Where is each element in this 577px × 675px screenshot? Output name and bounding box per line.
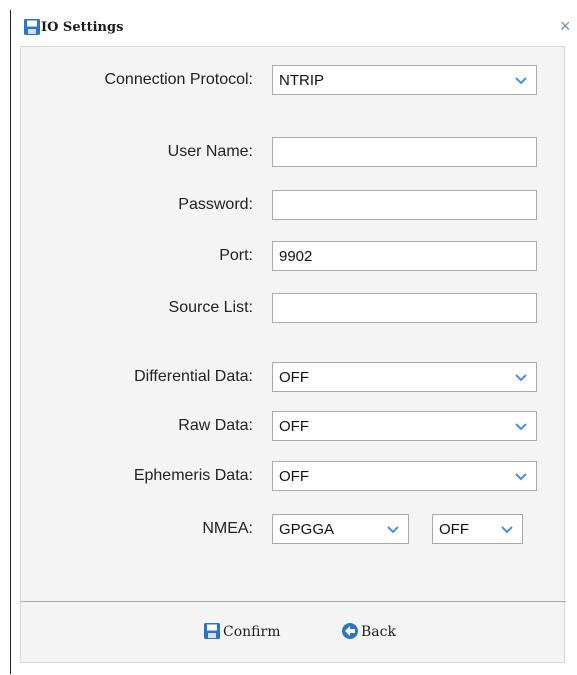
source-list-input[interactable] [272,293,537,323]
port-input[interactable] [272,241,537,271]
nmea-rate-value: OFF [439,521,469,538]
close-button[interactable]: × [560,16,571,36]
connection-protocol-row: Connection Protocol: NTRIP [21,65,566,95]
user-name-label: User Name: [167,143,253,160]
dialog-title: IO Settings [41,20,124,35]
chevron-down-icon [515,77,527,85]
nmea-label: NMEA: [202,520,253,537]
raw-data-value: OFF [279,418,309,435]
back-button[interactable]: Back [341,621,421,643]
differential-data-row: Differential Data: OFF [21,362,566,392]
ephemeris-data-value: OFF [279,468,309,485]
settings-panel: Connection Protocol: NTRIP User Name: Pa… [20,46,566,663]
chevron-down-icon [515,423,527,431]
nmea-sentence-value: GPGGA [279,521,335,538]
ephemeris-data-select[interactable]: OFF [272,461,537,491]
differential-data-label: Differential Data: [134,368,253,385]
nmea-row: NMEA: GPGGA OFF [21,514,566,544]
footer-divider [21,601,566,602]
chevron-down-icon [387,526,399,534]
user-name-row: User Name: [21,137,566,167]
raw-data-select[interactable]: OFF [272,411,537,441]
confirm-button[interactable]: Confirm [203,621,298,643]
back-label: Back [361,624,396,640]
connection-protocol-value: NTRIP [279,72,324,89]
user-name-input[interactable] [272,137,537,167]
port-label: Port: [219,247,253,264]
chevron-down-icon [501,526,513,534]
save-icon [204,623,220,639]
connection-protocol-label: Connection Protocol: [104,71,253,88]
ephemeris-data-row: Ephemeris Data: OFF [21,461,566,491]
differential-data-value: OFF [279,369,309,386]
chevron-down-icon [515,374,527,382]
dialog-titlebar: IO Settings × [11,10,577,46]
password-label: Password: [178,196,253,213]
port-row: Port: [21,241,566,271]
nmea-sentence-select[interactable]: GPGGA [272,514,409,544]
io-settings-dialog: IO Settings × Connection Protocol: NTRIP… [10,10,577,674]
ephemeris-data-label: Ephemeris Data: [133,467,253,484]
nmea-rate-select[interactable]: OFF [432,514,523,544]
password-input[interactable] [272,190,537,220]
source-list-label: Source List: [168,299,253,316]
source-list-row: Source List: [21,293,566,323]
raw-data-label: Raw Data: [178,417,253,434]
connection-protocol-select[interactable]: NTRIP [272,65,537,95]
password-row: Password: [21,190,566,220]
raw-data-row: Raw Data: OFF [21,411,566,441]
differential-data-select[interactable]: OFF [272,362,537,392]
confirm-label: Confirm [223,624,281,640]
save-icon [24,19,40,35]
back-arrow-icon [342,623,358,639]
chevron-down-icon [515,473,527,481]
